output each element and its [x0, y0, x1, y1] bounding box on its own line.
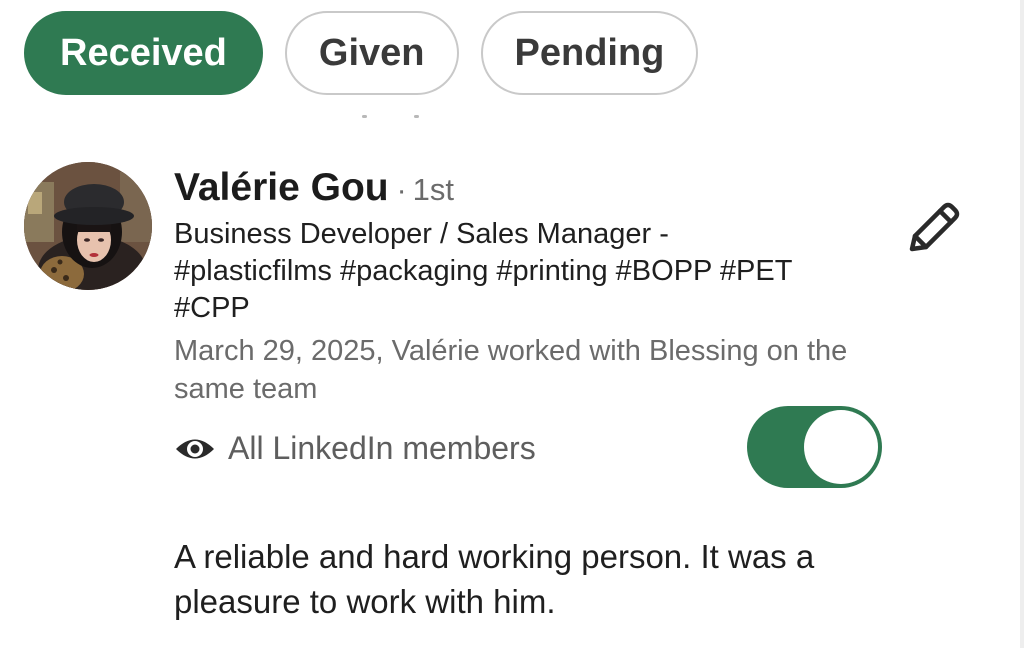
recommendations-page: Received Given Pending Valérie Gou · 1st… — [0, 0, 1024, 648]
degree-separator: · — [396, 174, 407, 207]
divider-marks — [362, 112, 422, 120]
visibility-row: All LinkedIn members — [174, 430, 536, 467]
scroll-edge — [1020, 0, 1024, 648]
avatar[interactable] — [24, 162, 152, 290]
pencil-icon — [909, 202, 960, 252]
tab-received[interactable]: Received — [24, 11, 263, 95]
avatar-photo — [24, 162, 152, 290]
member-name-line: Valérie Gou · 1st — [174, 166, 454, 210]
eye-icon — [176, 439, 214, 458]
recommendation-text: A reliable and hard working person. It w… — [174, 538, 815, 620]
recommendation-tabs: Received Given Pending — [24, 11, 699, 95]
toggle-knob — [804, 410, 878, 484]
member-name[interactable]: Valérie Gou — [174, 166, 389, 210]
edit-button[interactable] — [900, 196, 962, 256]
tab-given[interactable]: Given — [284, 11, 459, 95]
connection-degree: 1st — [412, 172, 454, 207]
relationship-text: March 29, 2025, Valérie worked with Bles… — [174, 335, 848, 405]
visibility-toggle[interactable] — [747, 406, 882, 488]
member-headline: Business Developer / Sales Manager - #pl… — [174, 218, 792, 324]
visibility-label: All LinkedIn members — [228, 430, 536, 466]
tab-pending[interactable]: Pending — [480, 11, 699, 95]
